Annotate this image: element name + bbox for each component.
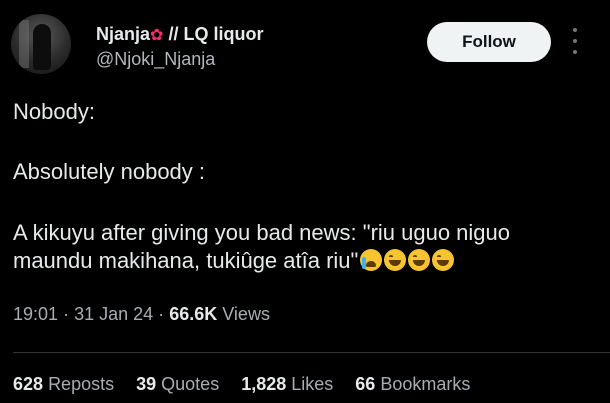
quotes-stat[interactable]: 39 Quotes	[136, 374, 219, 395]
bookmarks-count: 66	[355, 374, 376, 394]
dot	[573, 28, 577, 32]
quotes-label: Quotes	[161, 374, 220, 394]
more-options-icon[interactable]	[571, 28, 579, 54]
tweet: Njanja✿ // LQ liquor @Njoki_Njanja Follo…	[0, 0, 610, 403]
views-label: Views	[222, 304, 270, 324]
engagement-stats: 628 Reposts 39 Quotes 1,828 Likes 66 Boo…	[13, 374, 492, 395]
likes-stat[interactable]: 1,828 Likes	[241, 374, 333, 395]
tweet-text-line-emoji: maundu makihana, tukiûge atîa riu"	[13, 247, 590, 274]
tweet-time[interactable]: 19:01	[13, 304, 58, 324]
avatar-figure	[33, 24, 51, 70]
user-handle[interactable]: @Njoki_Njanja	[96, 49, 215, 70]
reposts-label: Reposts	[48, 374, 115, 394]
tears-of-joy-icon	[384, 249, 407, 271]
flower-icon: ✿	[150, 27, 164, 44]
tears-of-joy-icon	[408, 249, 431, 271]
tweet-text-line: Absolutely nobody :	[13, 159, 206, 184]
display-name[interactable]: Njanja✿ // LQ liquor	[96, 24, 263, 45]
quotes-count: 39	[136, 374, 157, 394]
avatar-shine	[19, 20, 29, 68]
avatar[interactable]	[11, 14, 71, 74]
loudly-crying-face-icon	[360, 249, 383, 271]
tweet-meta: 19:01 · 31 Jan 24 · 66.6K Views	[13, 304, 270, 325]
tweet-text-line: Nobody:	[13, 99, 95, 124]
likes-label: Likes	[291, 374, 334, 394]
tears-of-joy-icon	[432, 249, 455, 271]
bookmarks-stat[interactable]: 66 Bookmarks	[355, 374, 470, 395]
dot	[573, 50, 577, 54]
separator: ·	[158, 304, 165, 324]
tweet-date[interactable]: 31 Jan 24	[74, 304, 153, 324]
likes-count: 1,828	[241, 374, 287, 394]
bookmarks-label: Bookmarks	[380, 374, 471, 394]
tweet-text-line: A kikuyu after giving you bad news: "riu…	[13, 220, 511, 245]
separator: ·	[63, 304, 70, 324]
dot	[573, 39, 577, 43]
divider	[13, 352, 610, 353]
display-name-prefix: Njanja	[96, 24, 151, 44]
reposts-stat[interactable]: 628 Reposts	[13, 374, 114, 395]
follow-button[interactable]: Follow	[427, 22, 551, 62]
tweet-text-line: maundu makihana, tukiûge atîa riu"	[13, 248, 359, 273]
reposts-count: 628	[13, 374, 44, 394]
views-count: 66.6K	[169, 304, 218, 324]
display-name-suffix: // LQ liquor	[168, 24, 264, 44]
